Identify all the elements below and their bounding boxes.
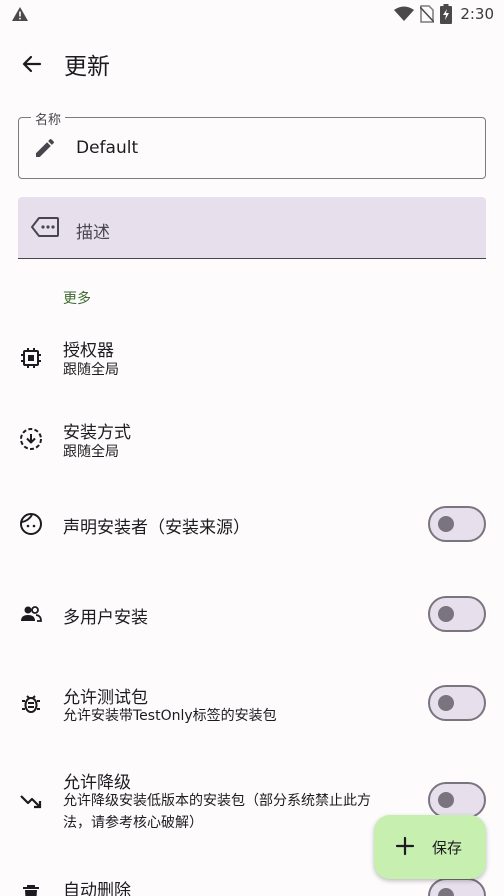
save-fab[interactable]: 保存 — [374, 815, 486, 879]
setting-declare-installer[interactable]: 声明安装者（安装来源） — [0, 500, 504, 548]
setting-title: 允许测试包 — [63, 688, 148, 708]
name-field-value: Default — [76, 138, 139, 158]
trending-down-icon — [20, 795, 42, 809]
setting-title: 声明安装者（安装来源） — [63, 518, 250, 538]
face-icon — [20, 513, 42, 535]
setting-authorizer[interactable]: 授权器 跟随全局 — [0, 330, 504, 396]
description-placeholder: 描述 — [76, 223, 110, 243]
toggle-knob — [438, 695, 454, 711]
setting-install-mode[interactable]: 安装方式 跟随全局 — [0, 412, 504, 478]
toggle-knob — [438, 516, 454, 532]
setting-subtitle: 跟随全局 — [63, 444, 119, 460]
page-title: 更新 — [64, 54, 110, 80]
battery-charging-icon — [440, 4, 453, 24]
people-icon — [21, 606, 42, 622]
toggle-knob — [438, 888, 454, 896]
warning-icon — [12, 7, 28, 21]
setting-subtitle-line1: 允许降级安装低版本的安装包（部分系统禁止此方 — [63, 793, 371, 809]
setting-subtitle: 跟随全局 — [63, 362, 119, 378]
toggle-knob — [438, 606, 454, 622]
back-button[interactable] — [16, 48, 48, 80]
name-field[interactable]: 名称 Default — [18, 109, 486, 179]
auto-delete-toggle[interactable] — [428, 878, 486, 896]
section-more-label: 更多 — [63, 291, 91, 307]
edit-icon — [36, 138, 55, 157]
setting-title: 多用户安装 — [63, 608, 148, 628]
setting-title: 授权器 — [63, 341, 114, 361]
label-tag-icon — [31, 217, 59, 237]
wifi-icon — [394, 6, 415, 21]
no-sim-icon — [420, 5, 435, 23]
setting-subtitle: 允许安装带TestOnly标签的安装包 — [63, 708, 277, 724]
setting-allow-test[interactable]: 允许测试包 允许安装带TestOnly标签的安装包 — [0, 676, 504, 732]
setting-title: 自动删除 — [63, 881, 131, 896]
delete-icon — [23, 885, 39, 896]
setting-title: 允许降级 — [63, 773, 131, 793]
plus-icon — [395, 836, 415, 856]
setting-title: 安装方式 — [63, 423, 131, 443]
status-time: 2:30 — [460, 5, 494, 23]
save-label: 保存 — [432, 839, 463, 857]
name-field-label: 名称 — [31, 109, 66, 128]
allow-test-toggle[interactable] — [428, 685, 486, 721]
setting-subtitle-line2: 法，请参考核心破解） — [63, 815, 203, 831]
toggle-knob — [438, 792, 454, 808]
declare-installer-toggle[interactable] — [428, 506, 486, 542]
bug-icon — [22, 695, 40, 713]
setting-multi-user-install[interactable]: 多用户安装 — [0, 590, 504, 638]
arrow-back-icon — [22, 55, 42, 73]
app-bar: 更新 — [0, 40, 504, 86]
multi-user-toggle[interactable] — [428, 596, 486, 632]
description-field[interactable]: 描述 — [18, 197, 486, 259]
allow-downgrade-toggle[interactable] — [428, 782, 486, 818]
chip-icon — [21, 348, 41, 368]
status-bar: 2:30 — [0, 0, 504, 28]
download-circle-icon — [20, 428, 42, 450]
